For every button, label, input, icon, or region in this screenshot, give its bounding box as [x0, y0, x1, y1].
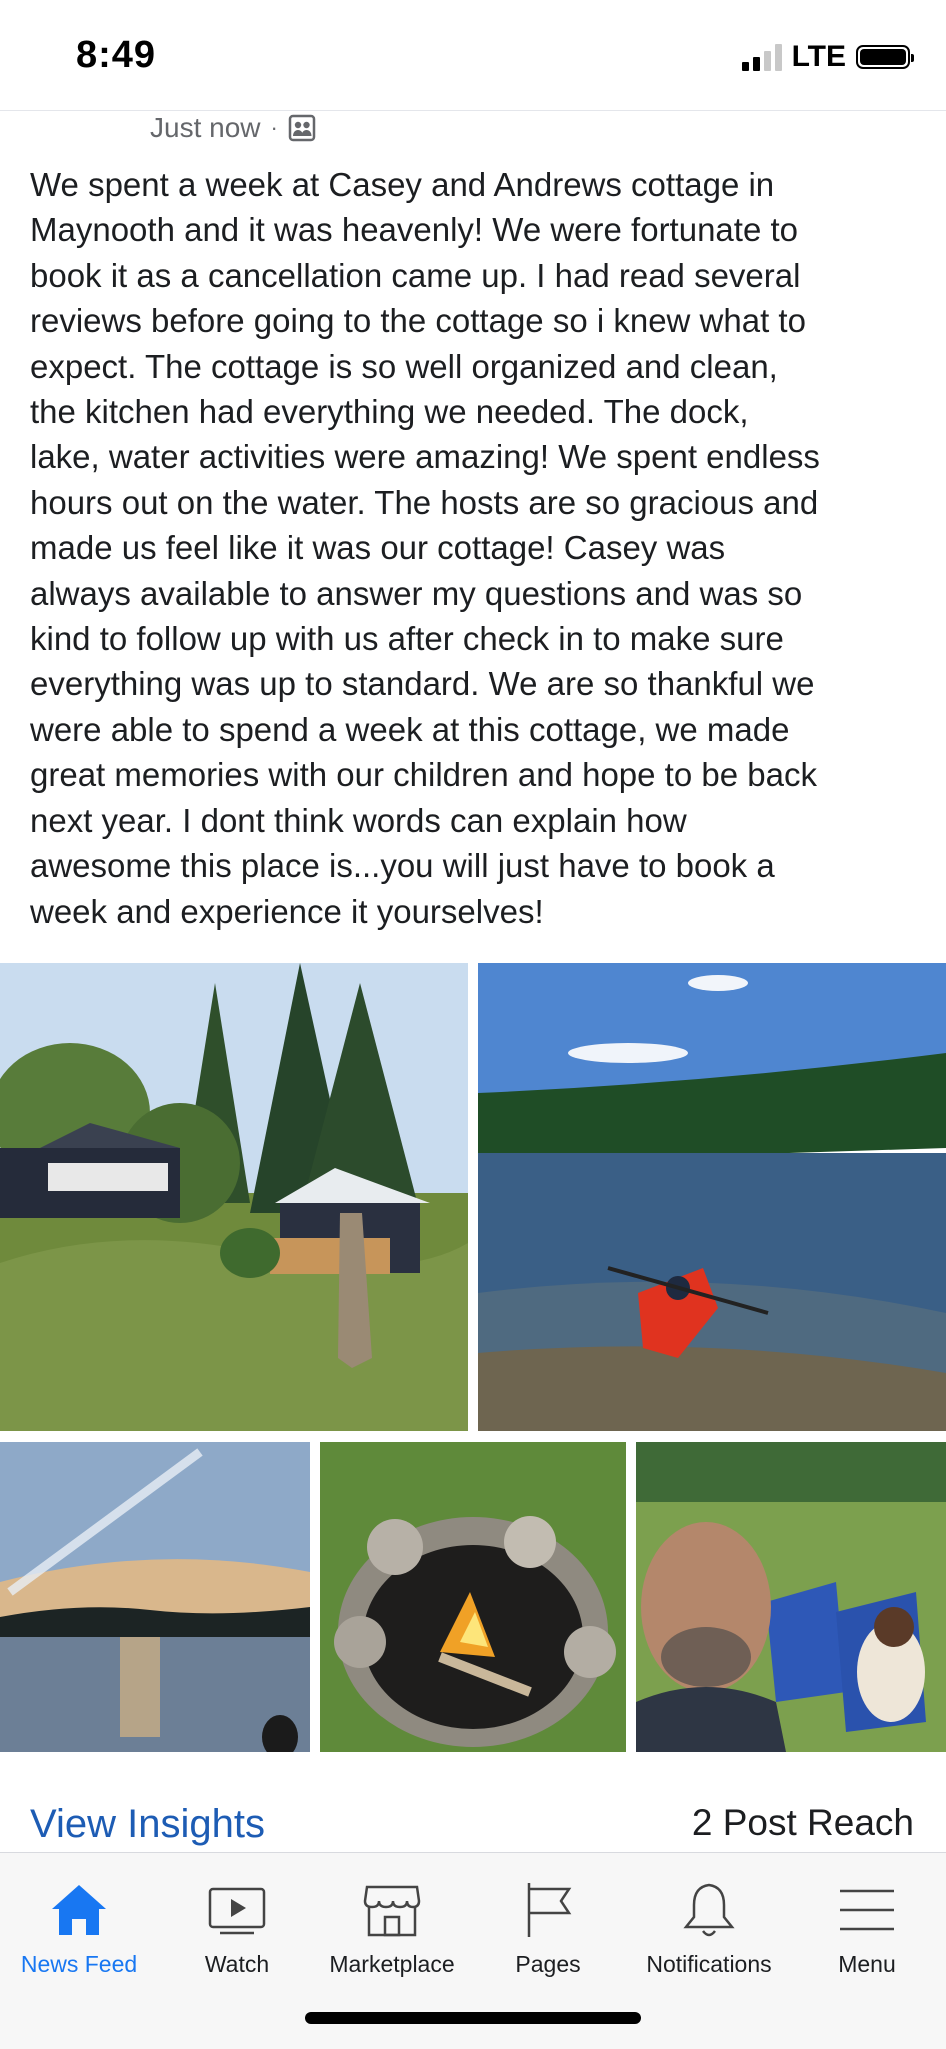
photo-kayak-lake[interactable] — [478, 963, 946, 1431]
status-time: 8:49 — [76, 34, 157, 76]
tab-label: Pages — [515, 1951, 581, 1977]
tab-notifications[interactable]: Notifications — [630, 1879, 788, 1978]
bell-icon — [683, 1883, 735, 1937]
storefront-icon — [363, 1885, 421, 1937]
tab-menu[interactable]: Menu — [788, 1879, 946, 1978]
tab-label: News Feed — [20, 1951, 138, 1977]
home-indicator[interactable] — [305, 2012, 641, 2024]
tab-marketplace[interactable]: Marketplace — [313, 1879, 471, 1978]
tab-label: Watch — [204, 1951, 270, 1977]
post-reach-count: 2 Post Reach — [691, 1802, 914, 1843]
tab-watch[interactable]: Watch — [158, 1879, 316, 1978]
tab-label: Marketplace — [329, 1951, 455, 1977]
photo-selfie[interactable] — [636, 1442, 946, 1752]
status-indicators: LTE — [741, 40, 914, 74]
play-icon — [208, 1887, 266, 1935]
photo-sunset-lake[interactable] — [0, 1442, 310, 1752]
tab-label: Menu — [838, 1951, 896, 1977]
group-audience-icon[interactable] — [288, 114, 316, 142]
flag-icon — [527, 1883, 572, 1937]
tab-news-feed[interactable]: News Feed — [0, 1879, 158, 1978]
hamburger-icon — [840, 1889, 894, 1931]
status-bar: 8:49 LTE — [0, 0, 946, 111]
meta-separator: · — [270, 115, 278, 140]
insights-row: View Insights 2 Post Reach — [0, 1790, 946, 1856]
tab-label: Notifications — [646, 1951, 772, 1977]
network-label: LTE — [791, 40, 846, 73]
post-timestamp[interactable]: Just now — [150, 112, 261, 144]
battery-icon — [856, 45, 914, 69]
tab-pages[interactable]: Pages — [469, 1879, 627, 1978]
signal-icon — [741, 43, 782, 71]
home-icon — [52, 1885, 106, 1935]
post-meta: Just now · — [150, 112, 316, 144]
photo-campfire[interactable] — [320, 1442, 626, 1752]
post-body-text: We spent a week at Casey and Andrews cot… — [30, 166, 820, 930]
view-insights-link[interactable]: View Insights — [30, 1802, 265, 1847]
photo-cottage[interactable] — [0, 963, 468, 1431]
